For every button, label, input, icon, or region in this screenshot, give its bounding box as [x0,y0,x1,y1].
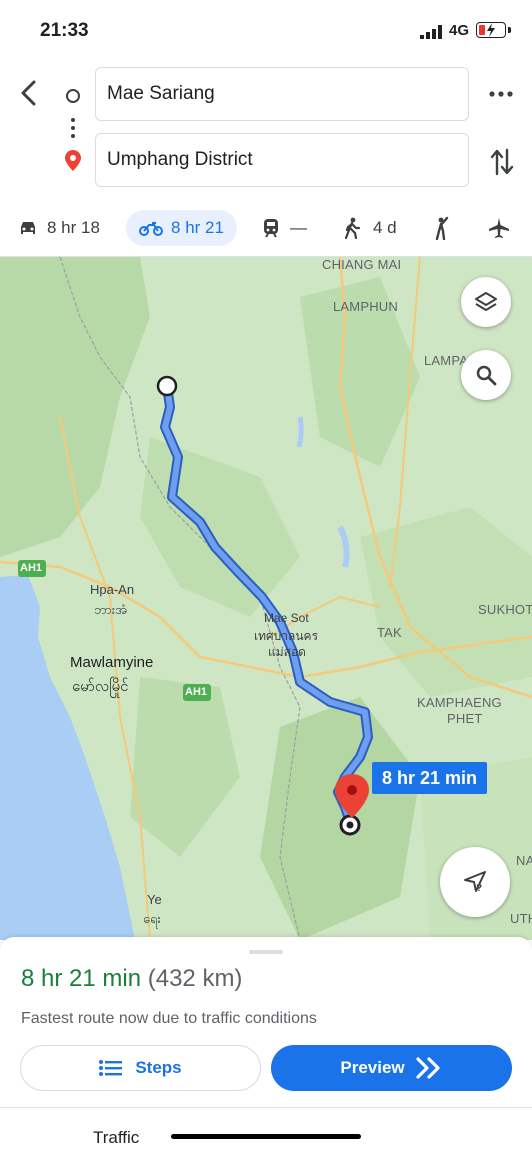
map-label-hpa-an: Hpa-An [90,582,135,597]
origin-input[interactable]: Mae Sariang [95,67,469,121]
layers-button[interactable] [461,277,511,327]
destination-input[interactable]: Umphang District [95,133,469,187]
mode-ride-hail[interactable] [434,210,452,246]
walking-icon [344,217,361,239]
map-label-mawlamyine-burmese: မော်လမြိုင် [72,678,129,695]
navigation-question-icon: ? [464,871,486,894]
map-label-chiang-mai: CHIANG MAI [322,257,402,272]
map-label-uth: UTH [510,911,532,926]
charging-bolt-icon [487,23,495,37]
route-duration: 8 hr 21 min (432 km) [21,965,242,993]
map-label-lamphun: LAMPHUN [333,299,398,314]
map-label-ah1-left: AH1 [20,562,43,574]
mode-walk[interactable]: 4 d [343,210,397,246]
map-label-sukhothai: SUKHOT [478,602,532,617]
my-location-button[interactable]: ? [440,847,510,917]
steps-button[interactable]: Steps [20,1045,261,1091]
map-label-mae-sot: Mae Sot [264,611,309,625]
sheet-drag-handle[interactable] [249,950,283,954]
motorcycle-icon [139,222,164,236]
search-icon [476,365,497,386]
mode-motorcycle-time: 8 hr 21 [171,218,224,237]
mode-transit-time: — [290,218,307,237]
map-label-phet: PHET [447,711,483,726]
mode-drive-time: 8 hr 18 [47,218,100,237]
home-indicator[interactable] [171,1134,361,1139]
more-options-icon[interactable] [489,90,513,98]
search-map-button[interactable] [461,350,511,400]
back-arrow-icon[interactable] [18,80,40,106]
mode-transit[interactable]: — [262,210,307,246]
clock: 21:33 [40,20,89,41]
map-label-tak: TAK [377,625,402,640]
origin-circle-icon [66,89,80,103]
list-icon [99,1060,123,1076]
mode-walk-time: 4 d [373,218,397,237]
airplane-icon [489,218,509,238]
map-label-mae-sot-thai-2: แม่สอด [268,645,306,659]
destination-pin-icon [65,150,81,171]
double-chevron-icon [416,1057,440,1079]
traffic-label[interactable]: Traffic [93,1128,139,1148]
status-bar: 21:33 4G [0,0,532,60]
route-duration-time: 8 hr 21 min [21,965,142,992]
mode-flight[interactable] [488,210,510,246]
route-duration-label[interactable]: 8 hr 21 min [372,762,488,794]
network-type: 4G [449,22,470,39]
swap-direction-icon[interactable] [490,148,514,176]
battery-tip [508,27,511,33]
preview-button[interactable]: Preview [271,1045,512,1091]
map-view[interactable]: CHIANG MAI LAMPHUN LAMPA AH1 Hpa-An ဘားအ… [0,257,532,940]
steps-label: Steps [135,1058,182,1077]
route-distance: (432 km) [147,965,243,992]
mode-drive[interactable]: 8 hr 18 [18,210,100,246]
map-label-kamphaeng: KAMPHAENG [417,695,502,710]
map-label-ah1-mid: AH1 [185,686,208,698]
signal-icon [420,25,442,39]
start-marker [156,375,178,397]
ride-hail-icon [435,216,449,240]
train-icon [264,219,278,238]
map-label-mawlamyine: Mawlamyine [70,654,154,671]
map-label-ye-burmese: ရေး [143,911,161,926]
svg-text:?: ? [476,883,482,894]
car-icon [21,222,35,234]
map-label-ye: Ye [147,892,162,907]
mode-motorcycle[interactable]: 8 hr 21 [126,210,237,246]
preview-label: Preview [340,1058,405,1077]
layers-icon [475,292,497,311]
map-label-na: NA [516,853,532,868]
sheet-divider [0,1107,532,1108]
route-reason: Fastest route now due to traffic conditi… [21,1010,317,1027]
battery-level [479,25,485,35]
map-label-hpa-an-burmese: ဘားအံ [94,602,128,617]
